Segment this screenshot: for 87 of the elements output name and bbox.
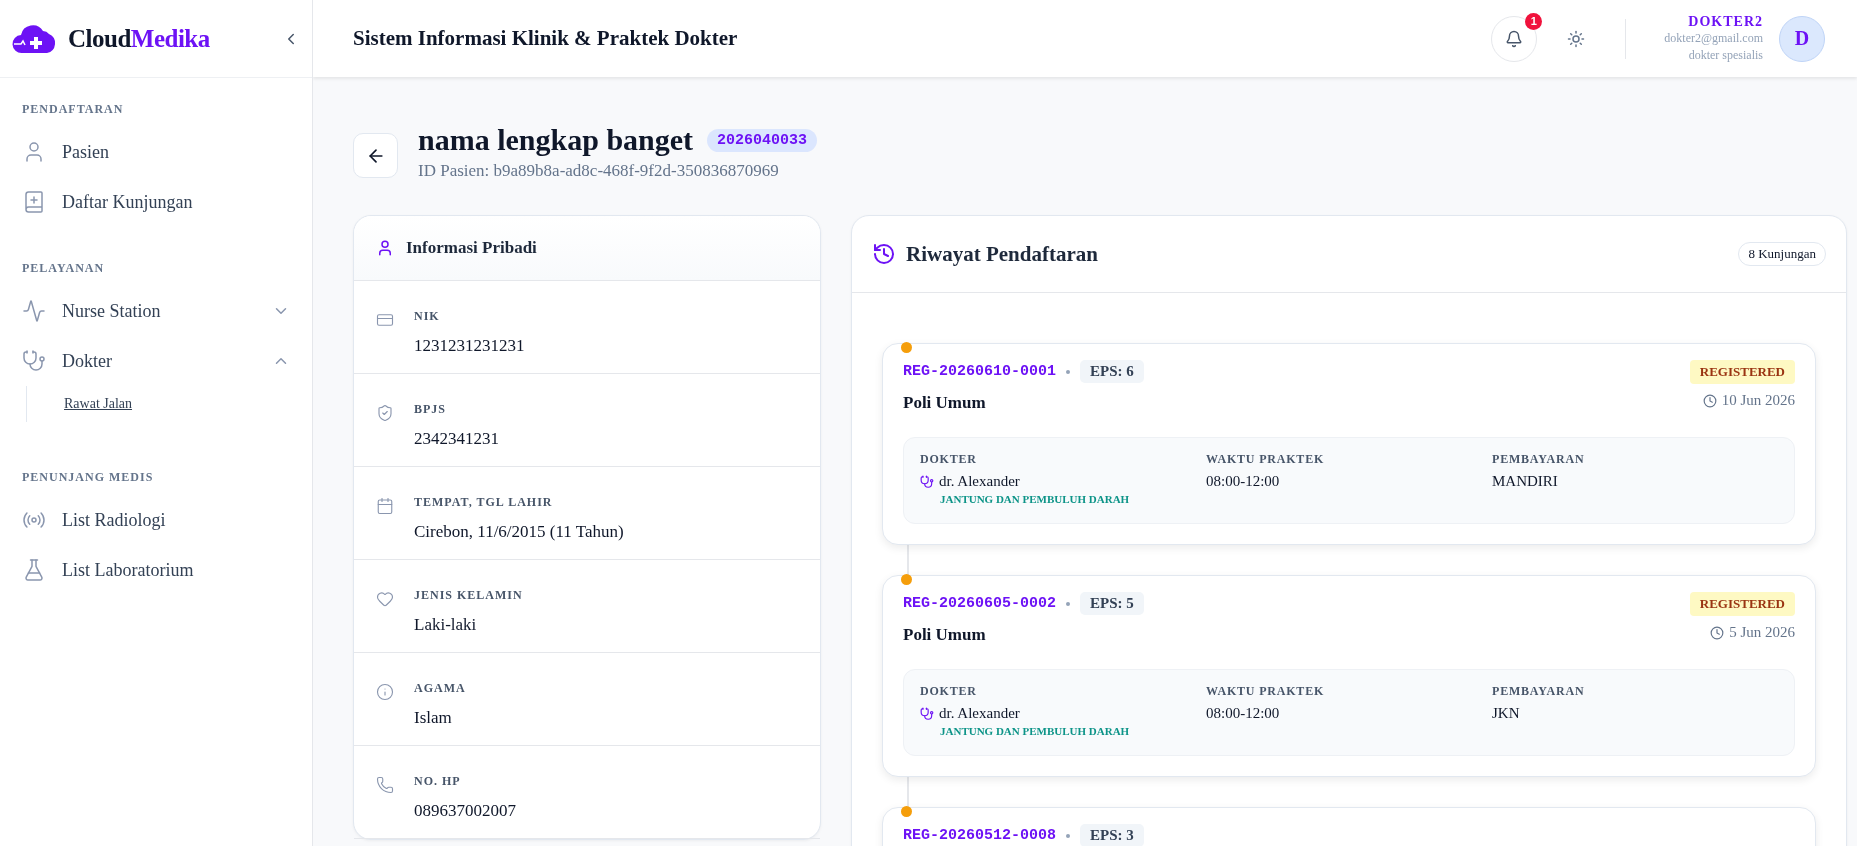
doctor-specialty: JANTUNG DAN PEMBULUH DARAH (940, 493, 1131, 505)
user-role: dokter spesialis (1688, 46, 1763, 64)
detail-value: 08:00-12:00 (1206, 705, 1281, 722)
patient-id: ID Pasien: b9a89b8a-ad8c-468f-9f2d-350836870969 (418, 161, 780, 181)
timeline-dot (901, 574, 912, 585)
nav-item[interactable]: Dokter (22, 336, 290, 386)
visit-card[interactable]: REG-20260610-0001 EPS: 6 Poli Umum REGISTERED 10 Jun 2026 DOKTER dr. Alexander JANTUNG DAN PEMBULUH DARAH WAKTU PRAKTEK 08:00-12:00 PEMBAYARAN MANDIRI (882, 343, 1816, 545)
stethoscope-icon (920, 706, 934, 721)
app-title: Sistem Informasi Klinik & Praktek Dokter (353, 26, 739, 51)
brand-name: CloudMedika (68, 24, 211, 53)
field-value: Cirebon, 11/6/2015 (11 Tahun) (414, 522, 624, 542)
field-value: 1231231231231 (414, 336, 525, 356)
flask-icon (22, 558, 46, 582)
doctor-specialty: JANTUNG DAN PEMBULUH DARAH (940, 725, 1131, 737)
card-title: Riwayat Pendaftaran (906, 241, 1099, 267)
visit-date: 5 Jun 2026 (1710, 624, 1795, 641)
nav-section-title: PELAYANAN (22, 261, 106, 276)
field-value: Islam (414, 708, 453, 728)
episode-tag: EPS: 3 (1080, 824, 1144, 846)
detail-value: 08:00-12:00 (1206, 473, 1281, 490)
detail-label: DOKTER (920, 684, 978, 699)
patient-name: nama lengkap banget (418, 123, 694, 157)
registration-number: REG-20260605-0002 (903, 595, 1057, 612)
nav-section-title: PENDAFTARAN (22, 102, 125, 117)
nav-item[interactable]: List Laboratorium (22, 545, 290, 595)
field-label: NO. HP (414, 774, 462, 789)
field-label: TEMPAT, TGL LAHIR (414, 495, 554, 510)
notification-count: 1 (1525, 12, 1543, 30)
user-avatar[interactable]: D (1779, 15, 1825, 62)
detail-label: PEMBAYARAN (1492, 684, 1586, 699)
field-value: 2342341231 (414, 429, 499, 449)
status-tag: REGISTERED (1689, 592, 1795, 616)
visit-card[interactable]: REG-20260605-0002 EPS: 5 Poli Umum REGISTERED 5 Jun 2026 DOKTER dr. Alexander JANTUNG DAN PEMBULUH DARAH WAKTU PRAKTEK 08:00-12:00 PEMBAYARAN JKN (882, 575, 1816, 777)
stethoscope-icon (920, 474, 934, 489)
field-label: JENIS KELAMIN (414, 588, 523, 603)
timeline-dot (901, 806, 912, 817)
user-email: dokter2@gmail.com (1664, 29, 1763, 47)
clinic-name: Poli Umum (903, 625, 987, 645)
detail-value: JKN (1492, 705, 1521, 722)
detail-label: WAKTU PRAKTEK (1206, 452, 1326, 467)
theme-toggle-button[interactable] (1567, 29, 1586, 48)
field-value: Laki-laki (414, 615, 478, 635)
episode-tag: EPS: 6 (1080, 360, 1144, 383)
nav-item[interactable]: Pasien (22, 127, 290, 177)
field-value: 089637002007 (414, 801, 516, 821)
nav-item[interactable]: Daftar Kunjungan (22, 177, 290, 227)
visit-card[interactable]: REG-20260512-0008 EPS: 3 (882, 807, 1816, 846)
pulse-icon (22, 299, 46, 323)
registration-number: REG-20260512-0008 (903, 827, 1057, 844)
timeline-dot (901, 342, 912, 353)
sun-icon (1567, 29, 1586, 48)
user-name: DOKTER2 (1688, 13, 1763, 30)
nav-subitem[interactable]: Rawat Jalan (64, 396, 133, 411)
book-plus-icon (22, 190, 46, 214)
medical-record-number: 2026040033 (707, 128, 818, 152)
info-icon (376, 683, 394, 701)
detail-label: PEMBAYARAN (1492, 452, 1586, 467)
user-icon (376, 239, 394, 257)
clinic-name: Poli Umum (903, 393, 987, 413)
card-title: Informasi Pribadi (406, 238, 537, 258)
detail-value: dr. Alexander (920, 705, 1206, 722)
nav-item[interactable]: List Radiologi (22, 495, 290, 545)
stethoscope-icon (22, 349, 46, 373)
status-tag: REGISTERED (1689, 360, 1795, 384)
registration-number: REG-20260610-0001 (903, 363, 1057, 380)
field-label: NIK (414, 309, 441, 324)
shield-icon (376, 404, 394, 422)
nav-item[interactable]: Nurse Station (22, 286, 290, 336)
bell-icon (1505, 29, 1524, 48)
detail-label: DOKTER (920, 452, 978, 467)
field-label: BPJS (414, 402, 447, 417)
back-button[interactable] (353, 133, 398, 178)
episode-tag: EPS: 5 (1080, 592, 1144, 615)
visit-date: 10 Jun 2026 (1702, 392, 1795, 409)
card-icon (376, 311, 394, 329)
phone-icon (376, 776, 394, 794)
cloud-logo-icon (12, 22, 56, 55)
clock-icon (1710, 625, 1725, 640)
detail-label: WAKTU PRAKTEK (1206, 684, 1326, 699)
calendar-icon (376, 497, 394, 515)
detail-value: MANDIRI (1492, 473, 1559, 490)
field-label: AGAMA (414, 681, 466, 696)
nav-section-title: PENUNJANG MEDIS (22, 470, 155, 485)
heart-icon (376, 590, 394, 608)
history-icon (872, 242, 896, 266)
clock-icon (1702, 393, 1717, 408)
detail-value: dr. Alexander (920, 473, 1206, 490)
